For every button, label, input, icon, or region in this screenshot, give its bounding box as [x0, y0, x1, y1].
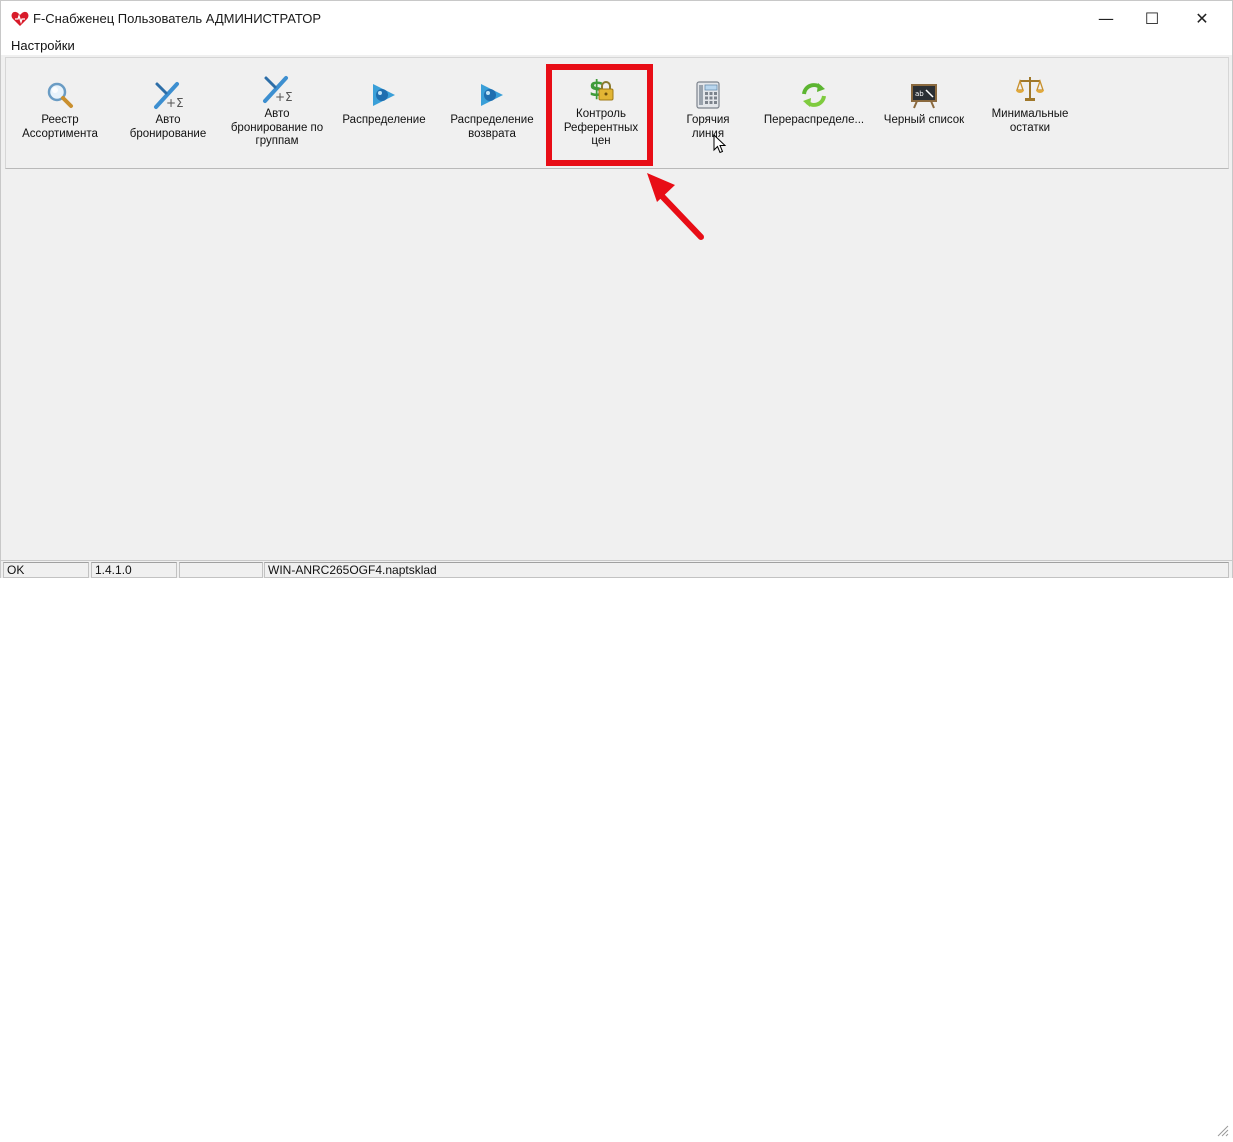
auto-booking-groups-icon: +Σ — [262, 74, 292, 104]
svg-text:+Σ: +Σ — [275, 90, 292, 104]
redistribute-icon — [799, 80, 829, 110]
toolbar-button-label: Авто бронирование — [129, 114, 207, 140]
svg-text:+Σ: +Σ — [166, 96, 183, 110]
minimize-button[interactable]: — — [1083, 1, 1129, 35]
red-arrow-icon — [647, 173, 704, 240]
auto-booking-button[interactable]: +Σ Авто бронирование — [120, 58, 216, 168]
status-bar: OK 1.4.1.0 WIN-ANRC265OGF4.naptsklad — [1, 560, 1232, 1137]
title-bar[interactable]: F-Снабженец Пользователь АДМИНИСТРАТОР —… — [1, 1, 1232, 35]
mouse-cursor-icon — [713, 134, 727, 154]
hotline-button[interactable]: Горячия линия — [662, 58, 754, 168]
return-distribution-icon — [477, 80, 507, 110]
blackboard-icon: ab — [909, 80, 939, 110]
return-distribution-button[interactable]: Распределение возврата — [442, 58, 542, 168]
assortment-registry-button[interactable]: Реестр Ассортимента — [12, 58, 108, 168]
toolbar-button-label: Распределение — [342, 114, 426, 126]
status-text: OK — [3, 562, 89, 578]
toolbar-button-label: Перераспределе... — [763, 114, 865, 126]
svg-text:ab: ab — [915, 90, 924, 98]
distribution-icon — [369, 80, 399, 110]
app-window: F-Снабженец Пользователь АДМИНИСТРАТОР —… — [0, 0, 1233, 1137]
heart-icon — [11, 11, 29, 27]
toolbar-button-label: Реестр Ассортимента — [22, 114, 98, 140]
toolbar-button-label: Минимальные остатки — [991, 108, 1069, 134]
maximize-button[interactable]: ☐ — [1129, 1, 1175, 35]
server-name-text: WIN-ANRC265OGF4.naptsklad — [264, 562, 1229, 578]
toolbar-button-label: Черный список — [883, 114, 965, 126]
phone-icon — [693, 80, 723, 110]
menu-bar: Настройки — [1, 35, 1232, 55]
highlight-box — [546, 64, 653, 166]
version-text: 1.4.1.0 — [91, 562, 177, 578]
auto-booking-groups-button[interactable]: +Σ Авто бронирование по группам — [226, 58, 328, 168]
toolbar-button-label: Авто бронирование по группам — [230, 108, 324, 147]
redistribution-button[interactable]: Перераспределе... — [762, 58, 866, 168]
auto-booking-icon: +Σ — [153, 80, 183, 110]
window-title: F-Снабженец Пользователь АДМИНИСТРАТОР — [33, 11, 322, 26]
status-empty-cell — [179, 562, 263, 578]
main-content-area — [5, 170, 1229, 560]
menu-settings[interactable]: Настройки — [11, 38, 75, 53]
blacklist-button[interactable]: ab Черный список — [876, 58, 972, 168]
close-button[interactable]: ✕ — [1179, 1, 1225, 35]
scales-icon — [1015, 74, 1045, 104]
toolbar-button-label: Распределение возврата — [450, 114, 534, 140]
resize-grip-icon[interactable] — [1215, 1123, 1229, 1137]
distribution-button[interactable]: Распределение — [336, 58, 432, 168]
min-stock-button[interactable]: Минимальные остатки — [982, 58, 1078, 168]
magnifier-icon — [45, 80, 75, 110]
